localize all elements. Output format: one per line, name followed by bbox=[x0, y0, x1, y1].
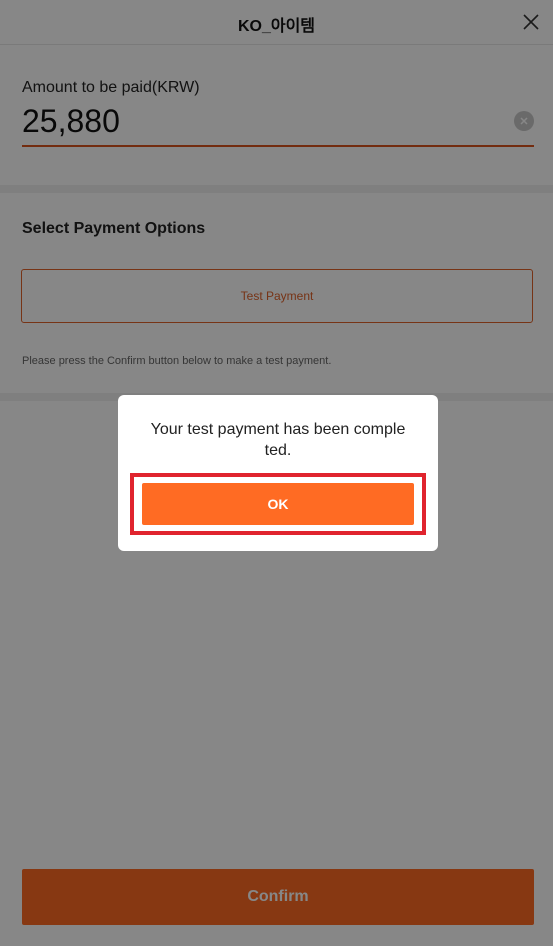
dialog-message: Your test payment has been comple ted. bbox=[150, 421, 406, 459]
payment-complete-dialog: Your test payment has been comple ted. O… bbox=[118, 395, 438, 551]
ok-button[interactable]: OK bbox=[142, 483, 414, 525]
